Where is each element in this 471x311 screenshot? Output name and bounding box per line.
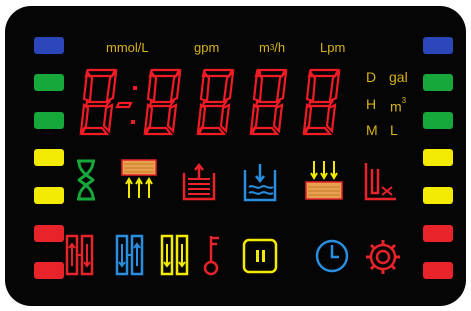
settings-gear-icon[interactable] bbox=[366, 240, 400, 274]
rinse-tank-icon bbox=[243, 164, 277, 202]
digit-4 bbox=[249, 68, 288, 136]
brine-tank-icon bbox=[182, 162, 216, 201]
key-icon bbox=[203, 236, 219, 276]
valve-blue-icon bbox=[115, 234, 144, 276]
clock-icon bbox=[315, 239, 349, 273]
digit-5 bbox=[302, 68, 341, 136]
valve-red-icon bbox=[65, 234, 94, 276]
seven-segment-display bbox=[65, 68, 400, 276]
hourglass-icon bbox=[77, 159, 95, 201]
colon-dot-lower bbox=[131, 120, 135, 124]
dash-segment bbox=[115, 101, 133, 109]
filter-upflow-icon bbox=[121, 159, 157, 198]
filter-downflow-icon bbox=[305, 161, 343, 200]
digit-1 bbox=[79, 68, 118, 136]
pause-icon[interactable] bbox=[242, 238, 278, 274]
digit-3 bbox=[196, 68, 235, 136]
valve-yellow-icon bbox=[160, 234, 189, 276]
colon-dot-upper bbox=[133, 86, 137, 90]
colon-dot-upper-2 bbox=[257, 71, 261, 75]
digit-2 bbox=[143, 68, 182, 136]
drain-tank-icon bbox=[364, 163, 396, 201]
